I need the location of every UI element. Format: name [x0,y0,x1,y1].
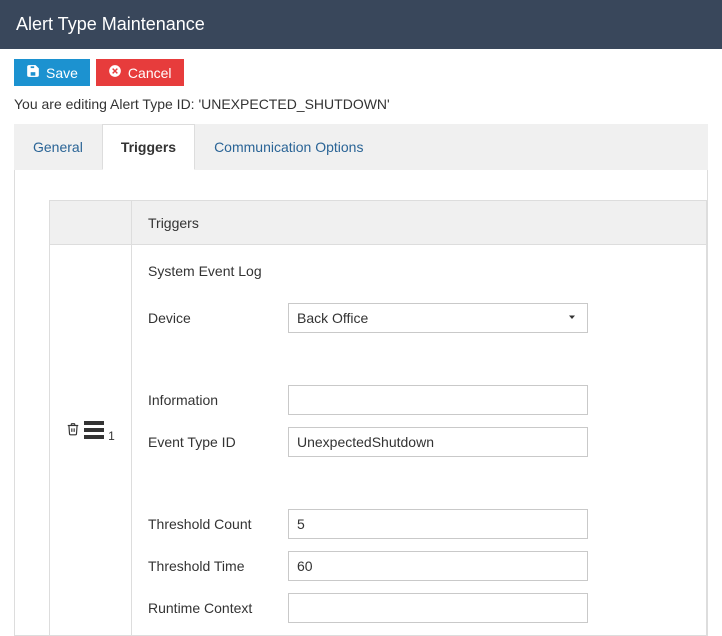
device-select-wrap [288,303,588,333]
runtime-context-label: Runtime Context [148,600,288,616]
trash-icon[interactable] [66,422,80,439]
cancel-button-label: Cancel [128,65,172,81]
row-index: 1 [108,429,115,443]
threshold-time-input[interactable] [288,551,588,581]
event-type-id-label: Event Type ID [148,434,288,450]
event-type-id-input[interactable] [288,427,588,457]
row-tools: 1 [50,421,131,439]
tab-communication-options[interactable]: Communication Options [195,124,382,170]
threshold-count-input[interactable] [288,509,588,539]
cancel-icon [108,64,122,81]
triggers-column-header-label: Triggers [148,215,199,231]
threshold-count-label: Threshold Count [148,516,288,532]
device-label: Device [148,310,288,326]
tab-general-label: General [33,139,83,155]
field-row-information: Information [148,385,690,415]
tab-communication-options-label: Communication Options [214,139,363,155]
trigger-form: System Event Log Device Information [132,245,706,623]
information-input[interactable] [288,385,588,415]
runtime-context-input[interactable] [288,593,588,623]
triggers-row-gutter: 1 [50,201,132,635]
gutter-header [50,201,131,245]
trigger-section-title: System Event Log [148,263,690,279]
editing-message: You are editing Alert Type ID: 'UNEXPECT… [0,92,722,124]
save-icon [26,64,40,81]
field-row-threshold-count: Threshold Count [148,509,690,539]
toolbar: Save Cancel [0,49,722,92]
field-row-runtime-context: Runtime Context [148,593,690,623]
triggers-column-header: Triggers [132,201,706,245]
tab-triggers[interactable]: Triggers [102,124,195,170]
field-row-event-type-id: Event Type ID [148,427,690,457]
cancel-button[interactable]: Cancel [96,59,184,86]
tab-triggers-label: Triggers [121,139,176,155]
information-label: Information [148,392,288,408]
field-row-device: Device [148,303,690,333]
triggers-row-content: Triggers System Event Log Device [132,201,706,635]
threshold-time-label: Threshold Time [148,558,288,574]
tab-strip: General Triggers Communication Options [14,124,708,170]
drag-handle-icon[interactable] [84,421,104,439]
device-select[interactable] [288,303,588,333]
save-button-label: Save [46,65,78,81]
tab-general[interactable]: General [14,124,102,170]
save-button[interactable]: Save [14,59,90,86]
page-header: Alert Type Maintenance [0,0,722,49]
field-row-threshold-time: Threshold Time [148,551,690,581]
page-title: Alert Type Maintenance [16,14,205,34]
triggers-table: 1 Triggers System Event Log Device [49,200,707,635]
tab-content-triggers: 1 Triggers System Event Log Device [14,170,708,636]
